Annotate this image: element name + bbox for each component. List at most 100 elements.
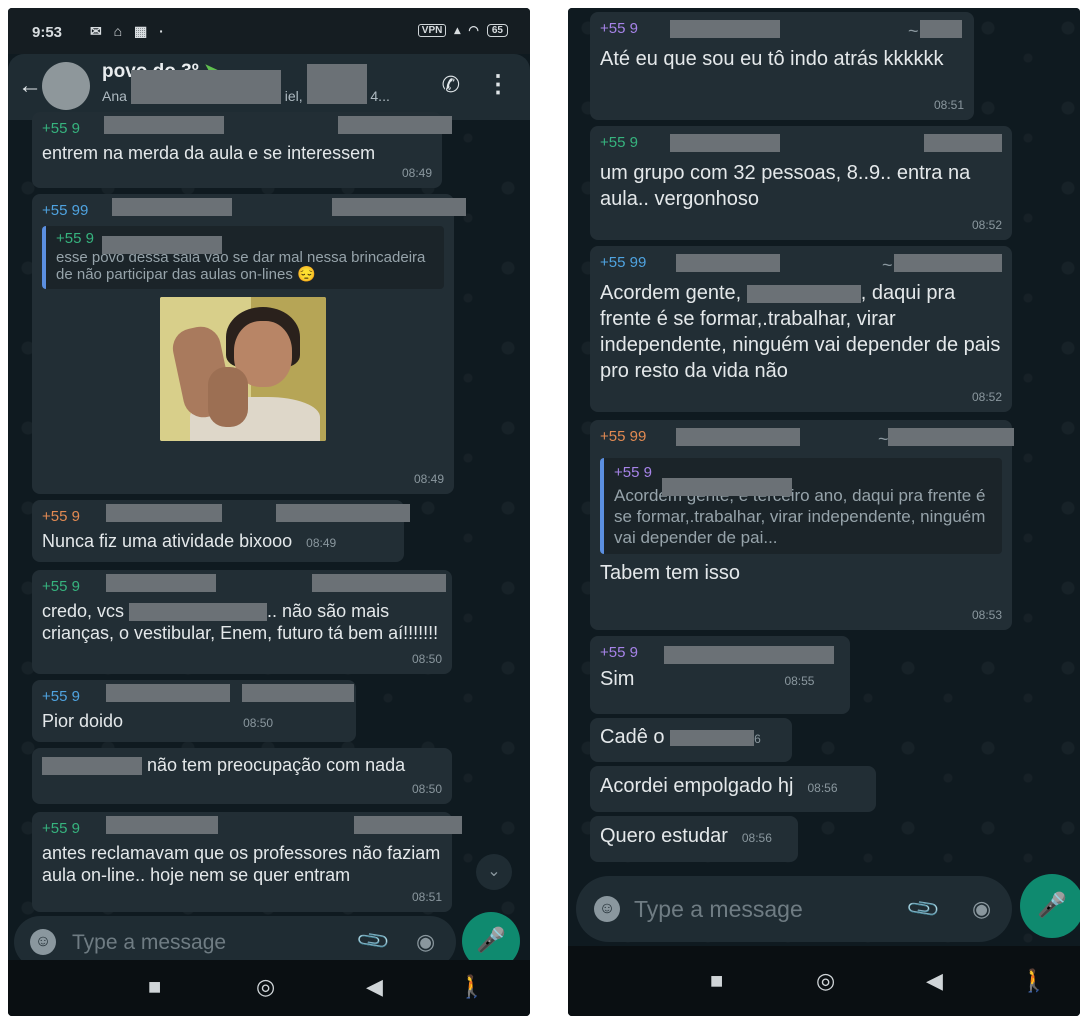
message-text: antes reclamavam que os professores não …	[42, 843, 441, 885]
emoji-icon[interactable]: ☺	[594, 896, 620, 922]
camera-icon[interactable]: ◉	[416, 929, 435, 955]
message-time: 08:56	[741, 831, 772, 845]
redacted-block	[354, 816, 462, 834]
message-time: 08:50	[411, 652, 442, 666]
message-bubble[interactable]: +55 99 ~ Acordem gente, , daqui pra fren…	[590, 246, 1012, 412]
message-text: credo, vcs .. não são mais crianças, o v…	[42, 601, 439, 643]
message-bubble[interactable]: +55 9 entrem na merda da aula e se inter…	[32, 112, 452, 188]
chat-header: ← povo do 3º ➤ Ana iel, 4... ✆ ⋮	[8, 54, 530, 120]
message-text: Nunca fiz uma atividade bixooo 08:49	[42, 530, 394, 554]
attach-icon[interactable]: 📎	[355, 922, 393, 960]
sender-tilde: ~	[908, 21, 919, 41]
redacted-block	[306, 64, 367, 104]
redacted-block	[676, 428, 800, 446]
recents-icon[interactable]: ■	[710, 968, 723, 994]
battery-icon: 65	[486, 23, 508, 37]
message-time-partial: 6	[754, 732, 761, 746]
message-bubble[interactable]: +55 99 +55 9 esse povo dessa sala vão se…	[32, 194, 466, 494]
back-icon[interactable]: ◀	[366, 974, 383, 1000]
android-nav-bar: ■ ◎ ◀ 🚶	[8, 960, 530, 1016]
message-bubble[interactable]: +55 9 Nunca fiz uma atividade bixooo 08:4…	[32, 500, 410, 562]
message-time: 08:49	[413, 472, 444, 486]
redacted-block	[676, 254, 780, 272]
message-bubble[interactable]: não tem preocupação com nada 08:50	[32, 748, 452, 804]
message-time: 08:50	[411, 782, 442, 796]
message-time: 08:49	[306, 536, 337, 550]
quote-text: esse povo dessa sala vão se dar mal ness…	[56, 249, 426, 283]
message-bubble[interactable]: +55 9 um grupo com 32 pessoas, 8..9.. en…	[590, 126, 1012, 240]
wifi-icon: ◠	[468, 23, 479, 37]
photo-attachment[interactable]	[160, 297, 326, 441]
message-bubble[interactable]: Quero estudar 08:56	[590, 816, 798, 862]
message-text: entrem na merda da aula e se interessem	[42, 143, 376, 163]
message-text: não tem preocupação com nada	[42, 754, 442, 776]
status-bar: 9:53 ✉ ⌂ ▦ · VPN ▴ ◠ 65	[8, 8, 530, 54]
right-screenshot: +55 9 ~ Até eu que sou eu tô indo atrás …	[568, 8, 1080, 1016]
message-time: 08:55	[784, 674, 815, 688]
notification-icons: ✉ ⌂ ▦ ·	[90, 23, 168, 39]
message-text: Tabem tem isso	[600, 562, 741, 584]
signal-icon: ▴	[454, 23, 461, 37]
message-text: Até eu que sou eu tô indo atrás kkkkkk	[600, 48, 944, 70]
quoted-message[interactable]: +55 9 esse povo dessa sala vão se dar ma…	[42, 226, 444, 289]
message-bubble[interactable]: +55 9 Pior doido 08:50	[32, 680, 356, 742]
redacted-block	[920, 20, 962, 38]
redacted-block	[670, 729, 755, 746]
more-options-icon[interactable]: ⋮	[486, 70, 510, 99]
back-arrow-icon[interactable]: ←	[18, 72, 42, 100]
group-avatar[interactable]	[42, 62, 90, 110]
message-text: Acordei empolgado hj 08:56	[600, 772, 866, 802]
redacted-block	[42, 757, 142, 776]
redacted-block	[312, 574, 446, 592]
accessibility-icon[interactable]: 🚶	[458, 974, 485, 1000]
message-text: Pior doido 08:50	[42, 710, 346, 734]
group-members[interactable]: Ana iel, 4...	[102, 64, 390, 104]
vpn-badge: VPN	[417, 23, 447, 37]
redacted-block	[924, 134, 1002, 152]
sender-tilde: ~	[882, 255, 893, 275]
message-time: 08:49	[401, 166, 432, 180]
message-bubble[interactable]: +55 9 ~ Até eu que sou eu tô indo atrás …	[590, 12, 974, 120]
add-call-icon[interactable]: ✆	[442, 72, 460, 98]
home-icon[interactable]: ◎	[256, 974, 275, 1000]
message-text: um grupo com 32 pessoas, 8..9.. entra na…	[600, 162, 971, 210]
message-bubble[interactable]: +55 9 credo, vcs .. não são mais criança…	[32, 570, 452, 674]
attach-icon[interactable]: 📎	[905, 890, 943, 928]
message-input[interactable]: Type a message	[634, 896, 803, 923]
home-icon[interactable]: ◎	[816, 968, 835, 994]
redacted-block	[242, 684, 354, 702]
message-time: 08:51	[933, 98, 964, 112]
message-input[interactable]: Type a message	[72, 931, 226, 955]
message-time: 08:52	[971, 218, 1002, 232]
redacted-block	[104, 116, 224, 134]
redacted-block	[746, 284, 861, 303]
accessibility-icon[interactable]: 🚶	[1020, 968, 1047, 994]
emoji-icon[interactable]: ☺	[30, 929, 56, 955]
message-bubble[interactable]: Cadê o 6	[590, 718, 792, 762]
message-input-bar[interactable]: ☺ Type a message 📎 ◉	[576, 876, 1012, 942]
camera-icon[interactable]: ◉	[972, 896, 991, 922]
redacted-block	[102, 236, 222, 254]
mic-button[interactable]: 🎤	[1020, 874, 1080, 938]
redacted-block	[106, 574, 216, 592]
status-right-icons: VPN ▴ ◠ 65	[417, 23, 508, 37]
message-bubble[interactable]: Acordei empolgado hj 08:56	[590, 766, 876, 812]
message-text: Sim 08:55	[600, 666, 840, 694]
quoted-message[interactable]: +55 9 Acordem gente, é terceiro ano, daq…	[600, 458, 1002, 554]
android-nav-bar: ■ ◎ ◀ 🚶	[568, 946, 1080, 1016]
recents-icon[interactable]: ■	[148, 974, 161, 1000]
scroll-to-bottom-button[interactable]: ⌄	[476, 854, 512, 890]
message-text: Acordem gente, , daqui pra frente é se f…	[600, 282, 1001, 382]
redacted-block	[112, 198, 232, 216]
back-icon[interactable]: ◀	[926, 968, 943, 994]
message-time: 08:53	[971, 608, 1002, 622]
message-bubble[interactable]: +55 9 Sim 08:55	[590, 636, 850, 714]
message-time: 08:51	[411, 890, 442, 904]
redacted-block	[894, 254, 1002, 272]
message-time: 08:50	[243, 716, 274, 730]
redacted-block	[106, 684, 230, 702]
message-bubble[interactable]: +55 9 antes reclamavam que os professore…	[32, 812, 462, 912]
status-time: 9:53	[32, 24, 63, 41]
redacted-block	[129, 603, 268, 622]
message-bubble[interactable]: +55 99 ~ +55 9 Acordem gente, é terceiro…	[590, 420, 1014, 630]
